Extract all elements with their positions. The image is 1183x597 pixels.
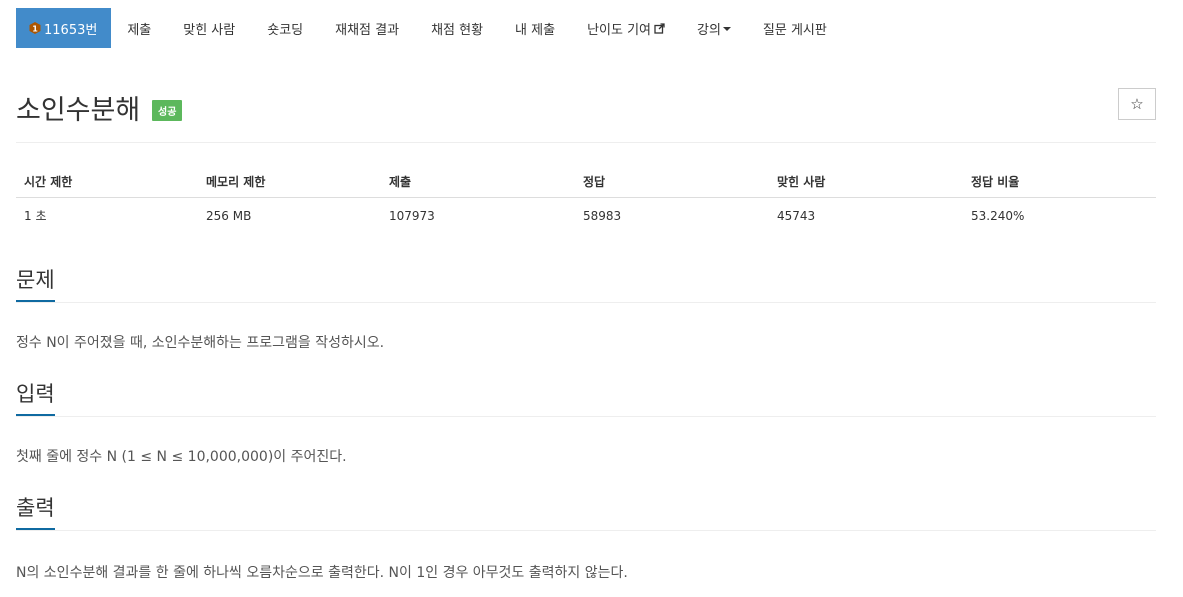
section-output-title: 출력	[16, 494, 55, 530]
value-time-limit: 1 초	[24, 209, 47, 223]
header-memory-limit: 메모리 제한	[198, 166, 381, 198]
value-memory-limit: 256 MB	[206, 208, 252, 223]
section-output-text: N의 소인수분해 결과를 한 줄에 하나씩 오름차순으로 출력한다. N이 1인…	[16, 565, 628, 581]
section-description-text: 정수 N이 주어졌을 때, 소인수분해하는 프로그램을 작성하시오.	[16, 335, 385, 351]
header-submissions: 제출	[381, 166, 575, 198]
nav-difficulty-label: 난이도 기여	[587, 22, 651, 38]
value-submissions: 107973	[389, 208, 435, 223]
table-row: 1 초 256 MB 107973 58983 45743 53.240%	[16, 198, 1156, 234]
value-accepted: 58983	[583, 208, 622, 223]
problem-menu: 1 11653번 제출 맞힌 사람 숏코딩 재채점 결과 채점 현황 내 제출 …	[16, 8, 843, 48]
problem-title-row: 소인수분해 성공 ☆	[16, 84, 1156, 130]
external-link-icon	[654, 22, 665, 34]
header-accepted: 정답	[575, 166, 769, 198]
header-accept-ratio: 정답 비율	[963, 166, 1156, 198]
nav-difficulty-contribution[interactable]: 난이도 기여	[571, 8, 681, 48]
nav-problem-number-label: 11653번	[44, 22, 98, 38]
section-description-title: 문제	[16, 266, 55, 302]
nav-problem-number[interactable]: 1 11653번	[16, 8, 112, 48]
nav-my-submissions[interactable]: 내 제출	[499, 8, 571, 48]
tier-icon: 1	[29, 22, 41, 34]
section-output-heading: 출력	[16, 494, 1156, 531]
status-badge: 성공	[152, 100, 183, 121]
title-divider	[16, 142, 1156, 143]
header-solved-users: 맞힌 사람	[769, 166, 963, 198]
problem-info-table: 시간 제한 메모리 제한 제출 정답 맞힌 사람 정답 비율 1 초 256 M…	[16, 166, 1156, 233]
svg-text:1: 1	[32, 25, 38, 34]
favorite-button[interactable]: ☆	[1118, 88, 1156, 120]
nav-lectures-dropdown[interactable]: 강의	[681, 8, 747, 48]
problem-title: 소인수분해	[16, 95, 141, 126]
section-input-heading: 입력	[16, 380, 1156, 417]
section-description-heading: 문제	[16, 266, 1156, 303]
section-input-title: 입력	[16, 380, 55, 416]
info-table-header-row: 시간 제한 메모리 제한 제출 정답 맞힌 사람 정답 비율	[16, 166, 1156, 198]
value-solved-users: 45743	[777, 208, 816, 223]
nav-rejudge-results[interactable]: 재채점 결과	[319, 8, 415, 48]
section-input-text: 첫째 줄에 정수 N (1 ≤ N ≤ 10,000,000)이 주어진다.	[16, 449, 347, 465]
value-accept-ratio: 53.240%	[971, 208, 1025, 223]
nav-solved-users[interactable]: 맞힌 사람	[167, 8, 251, 48]
header-time-limit: 시간 제한	[16, 166, 198, 198]
nav-submit[interactable]: 제출	[111, 8, 167, 48]
nav-question-board[interactable]: 질문 게시판	[747, 8, 843, 48]
nav-lectures-label: 강의	[697, 22, 721, 38]
star-icon: ☆	[1130, 95, 1144, 113]
caret-down-icon	[722, 27, 731, 31]
nav-short-coding[interactable]: 숏코딩	[251, 8, 319, 48]
nav-judge-status[interactable]: 채점 현황	[415, 8, 499, 48]
